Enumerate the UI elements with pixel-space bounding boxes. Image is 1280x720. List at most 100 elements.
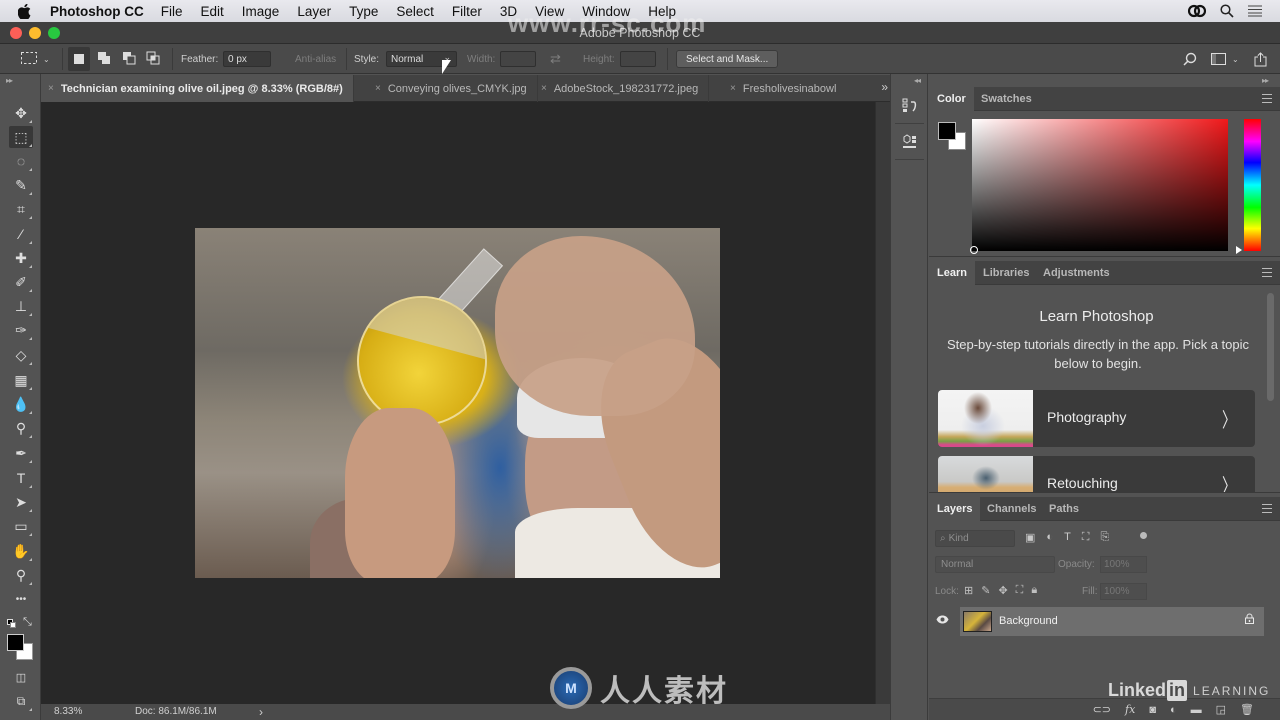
filter-toggle[interactable] [1140,532,1147,539]
crop-tool[interactable]: ⌗ [9,198,33,220]
hue-slider-handle[interactable] [1236,246,1242,254]
lock-artboard-icon[interactable]: ⛶ [1016,584,1024,597]
rectangular-marquee-tool[interactable]: ⬚ [9,126,33,148]
share-icon[interactable] [1254,44,1267,74]
panel-menu-icon[interactable] [1262,504,1272,513]
rectangle-tool[interactable]: ▭ [9,515,33,537]
filter-kind-select[interactable]: ⌕ Kind [935,530,1015,547]
expand-panels-icon[interactable]: ▸▸ [1262,76,1269,85]
search-icon[interactable] [1183,44,1197,74]
layer-name[interactable]: Background [999,615,1058,627]
blur-tool[interactable]: 💧 [9,393,33,415]
height-input[interactable] [620,51,656,67]
brush-tool[interactable]: ✐ [9,271,33,293]
eyedropper-tool[interactable]: ⁄ [9,223,33,245]
tab-channels[interactable]: Channels [979,497,1045,521]
document-tab[interactable]: × Fresholivesinabowl [723,75,846,102]
select-and-mask-button[interactable]: Select and Mask... [676,50,779,68]
hand-tool[interactable]: ✋ [9,540,33,562]
subtract-from-selection-button[interactable] [120,44,138,74]
swap-dimensions-icon[interactable]: ⇄ [550,44,561,74]
screen-mode-button[interactable]: ⧉ [9,690,33,712]
opacity-input[interactable]: 100% [1100,556,1147,573]
status-menu-arrow[interactable]: › [259,705,263,719]
menu-edit[interactable]: Edit [201,4,224,19]
spotlight-search-icon[interactable] [1220,4,1234,18]
quick-selection-tool[interactable]: ✎ [9,174,33,196]
tab-learn[interactable]: Learn [929,261,975,285]
learn-topic-retouching[interactable]: Retouching 〉 [938,456,1255,492]
zoom-level[interactable]: 8.33% [54,706,82,717]
panel-menu-icon[interactable] [1262,94,1272,103]
default-colors-icon[interactable] [7,619,17,629]
filter-adjustment-icon[interactable]: ◐ [1046,531,1053,544]
pen-tool[interactable]: ✒ [9,442,33,464]
tab-adjustments[interactable]: Adjustments [1035,261,1118,285]
visibility-eye-icon[interactable] [936,615,949,627]
history-panel-button[interactable] [895,92,924,124]
hue-slider[interactable] [1244,119,1261,251]
dodge-tool[interactable]: ⚲ [9,417,33,439]
move-tool[interactable]: ✥ [9,102,33,124]
apple-menu-icon[interactable] [18,3,40,19]
menu-filter[interactable]: Filter [452,4,482,19]
clone-stamp-tool[interactable]: ⊥ [9,295,33,317]
swap-colors-icon[interactable]: ⤡ [23,616,32,629]
close-tab-icon[interactable]: × [730,83,736,94]
menu-layer[interactable]: Layer [297,4,331,19]
canvas-vertical-scrollbar[interactable] [875,102,890,704]
collapse-dock-icon[interactable]: ◂◂ [914,76,921,85]
layer-row[interactable]: Background [929,607,1264,636]
filter-pixel-icon[interactable]: ▣ [1025,531,1035,544]
new-selection-button[interactable] [68,47,90,71]
layer-lock-icon[interactable] [1245,613,1254,627]
learn-topic-photography[interactable]: Photography 〉 [938,390,1255,447]
lock-image-pixels-icon[interactable]: ✎ [981,584,990,597]
type-tool[interactable]: T [9,467,33,489]
blend-mode-select[interactable]: Normal [935,556,1055,573]
edit-toolbar[interactable]: ••• [9,588,33,610]
eraser-tool[interactable]: ◇ [9,344,33,366]
tool-preset-picker[interactable]: ⌄ [20,44,50,74]
close-tab-icon[interactable]: × [48,83,54,94]
creative-cloud-icon[interactable] [1188,4,1206,18]
new-layer-icon[interactable]: ◲ [1216,703,1226,716]
history-brush-tool[interactable]: ✑ [9,319,33,341]
close-tab-icon[interactable]: × [541,83,547,94]
tab-libraries[interactable]: Libraries [975,261,1037,285]
lock-position-icon[interactable]: ✥ [998,584,1007,597]
anti-alias-checkbox[interactable]: Anti-alias [295,44,336,74]
fill-input[interactable]: 100% [1100,583,1147,600]
intersect-selection-button[interactable] [144,44,162,74]
menu-type[interactable]: Type [349,4,378,19]
adjustment-layer-icon[interactable]: ◐ [1170,704,1177,716]
lasso-tool[interactable]: ◌ [9,150,33,172]
add-mask-icon[interactable]: ◙ [1149,704,1156,716]
menu-select[interactable]: Select [396,4,434,19]
lock-all-icon[interactable]: 🔒︎ [1031,584,1037,597]
delete-layer-icon[interactable]: 🗑︎ [1240,703,1254,716]
app-menu[interactable]: Photoshop CC [50,4,144,19]
properties-panel-button[interactable] [895,128,924,160]
workspace-icon[interactable]: ⌄ [1211,44,1239,74]
filter-type-icon[interactable]: T [1064,531,1071,544]
foreground-color-swatch[interactable] [7,634,24,651]
gradient-tool[interactable]: ▦ [9,369,33,391]
foreground-color-chip[interactable] [938,122,956,140]
more-tabs-icon[interactable]: » [881,80,888,94]
collapse-toolbar-icon[interactable]: ▸▸ [6,76,13,85]
feather-input[interactable]: 0 px [223,51,271,67]
fg-bg-color-indicator[interactable] [938,122,966,150]
panel-menu-icon[interactable] [1262,268,1272,277]
lock-transparent-pixels-icon[interactable]: ⊞ [964,584,973,597]
tab-color[interactable]: Color [929,87,974,111]
link-layers-icon[interactable]: ⊂⊃ [1093,703,1111,716]
document-tab[interactable]: × AdobeStock_198231772.jpeg [534,75,710,102]
tab-swatches[interactable]: Swatches [973,87,1040,111]
document-tab[interactable]: × Conveying olives_CMYK.jpg [368,75,538,102]
path-selection-tool[interactable]: ➤ [9,491,33,513]
menu-image[interactable]: Image [242,4,280,19]
document-image[interactable] [195,228,720,578]
fx-icon[interactable]: fx [1125,703,1135,716]
width-input[interactable] [500,51,536,67]
